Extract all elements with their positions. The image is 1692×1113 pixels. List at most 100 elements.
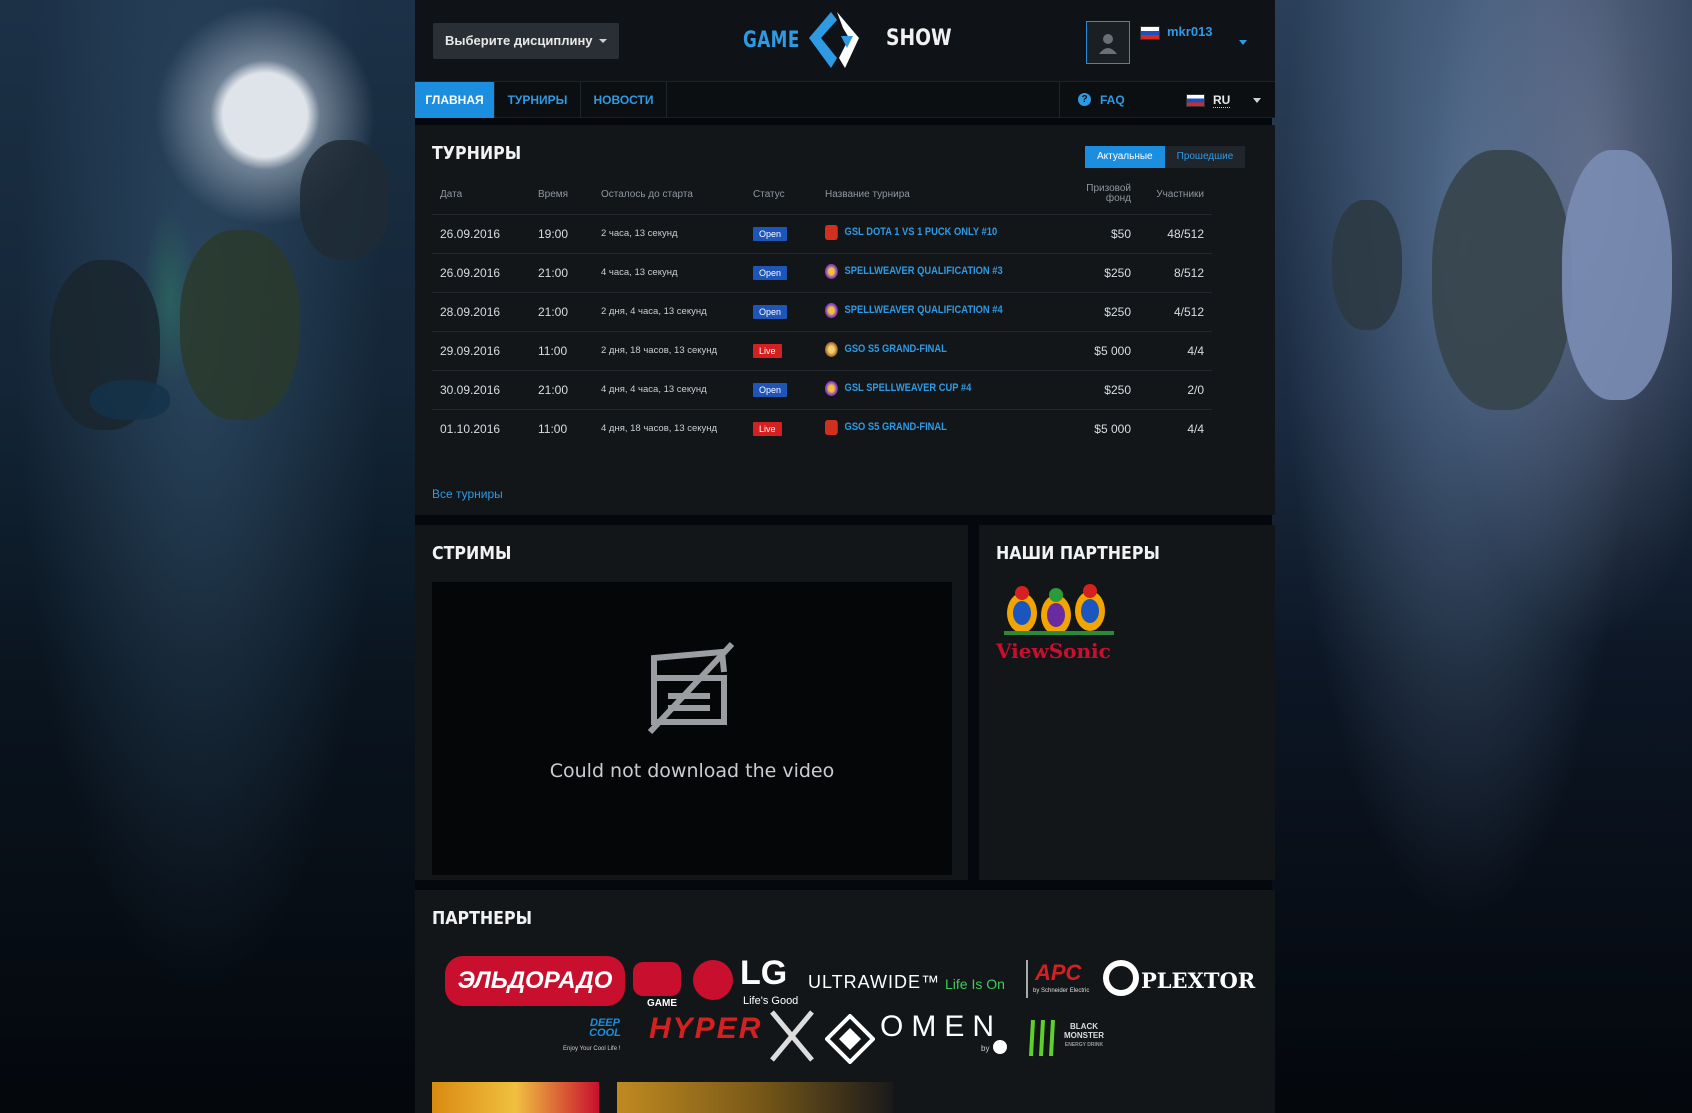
status-badge: Open [753,305,788,319]
main-column: Выберите дисциплину GAME SHOW mkr013 ГЛА… [415,0,1275,1113]
table-row[interactable]: 28.09.2016 21:00 2 дня, 4 часа, 13 секунд O… [432,291,1212,331]
cell-name: GSL DOTA 1 VS 1 PUCK ONLY #10 [817,213,1059,253]
tournament-link[interactable]: GSL SPELLWEAVER CUP #4 [825,380,972,396]
cell-prize: $50 [1059,213,1139,253]
all-tournaments-link[interactable]: Все турниры [432,487,503,501]
logo-text-left: GAME [743,28,800,53]
omen-diamond-icon [825,1014,875,1064]
no-video-clapperboard-icon [647,641,735,735]
nav-tournaments[interactable]: ТУРНИРЫ [495,82,581,118]
tournaments-table: Дата Время Осталось до старта Статус Наз… [432,175,1212,448]
partners-panel: ПАРТНЕРЫ ЭЛЬДОРАДО GAME LG Life's Good U… [415,890,1275,1113]
viewsonic-wordmark: ViewSonic [996,639,1111,663]
lg-logo[interactable]: LG [740,954,787,993]
lg-tagline: Life's Good [743,995,799,1007]
chevron-down-icon [599,39,607,43]
black-monster-logo[interactable]: BLACK MONSTER [1061,1022,1107,1040]
background-art-left [0,0,415,1113]
spellweaver-icon [825,302,838,318]
tournament-name: SPELLWEAVER QUALIFICATION #3 [844,265,1003,277]
promo-banner-right[interactable] [617,1082,893,1113]
language-select[interactable]: RU [1186,82,1274,118]
chevron-down-icon [1253,98,1261,103]
video-player[interactable]: Could not download the video [432,582,952,875]
video-error-message: Could not download the video [549,760,835,782]
tournament-name: GSL SPELLWEAVER CUP #4 [844,382,972,394]
cell-prize: $5 000 [1059,408,1139,448]
hyperx-logo[interactable]: HYPER [649,1012,762,1046]
cell-date: 26.09.2016 [432,252,530,292]
cell-players: 4/512 [1139,291,1212,331]
eldorado-logo[interactable]: ЭЛЬДОРАДО [445,956,625,1006]
column-header: Статус [753,188,785,200]
cell-name: SPELLWEAVER QUALIFICATION #3 [817,252,1059,292]
plextor-logo[interactable]: PLEXTOR [1141,968,1255,993]
tournament-link[interactable]: GSL DOTA 1 VS 1 PUCK ONLY #10 [825,224,997,240]
lg-circle-icon [693,960,733,1000]
eldorado-game-logo[interactable] [633,962,681,996]
cell-status: Open [745,369,817,409]
cell-time-left: 4 часа, 13 секунд [593,252,745,292]
cell-status: Open [745,213,817,253]
column-header: Время [538,188,569,200]
tournament-link[interactable]: SPELLWEAVER QUALIFICATION #3 [825,263,1003,279]
cell-time-left: 2 часа, 13 секунд [593,213,745,253]
russia-flag-icon [1186,94,1205,108]
plextor-icon [1103,960,1139,996]
status-badge: Live [753,422,782,437]
apc-subtitle: by Schneider Electric [1033,988,1090,994]
avatar[interactable] [1086,21,1130,64]
lifeison-logo[interactable]: Life Is On [945,976,1005,992]
cell-status: Live [745,330,817,370]
cell-name: SPELLWEAVER QUALIFICATION #4 [817,291,1059,331]
table-row[interactable]: 26.09.2016 19:00 2 часа, 13 секунд Open GSL … [432,213,1212,253]
tournament-name: GSO S5 GRAND-FINAL [844,421,947,434]
cell-date: 26.09.2016 [432,213,530,253]
table-row[interactable]: 01.10.2016 11:00 4 дня, 18 часов, 13 секун… [432,408,1212,448]
top-header: Выберите дисциплину GAME SHOW mkr013 [415,0,1275,82]
column-header: Название турнира [825,188,910,200]
omen-logo[interactable]: OMEN [880,1010,1002,1044]
promo-banner-left[interactable] [432,1082,599,1113]
tournament-link[interactable]: GSO S5 GRAND-FINAL [825,341,947,357]
background-art-right [1272,0,1692,1113]
status-badge: Live [753,344,782,358]
language-label: RU [1213,93,1231,108]
cell-players: 4/4 [1139,408,1212,448]
user-menu[interactable]: mkr013 [1140,24,1213,40]
hp-icon [993,1040,1007,1054]
viewsonic-logo[interactable]: ViewSonic [996,583,1126,663]
black-monster-subtitle: ENERGY DRINK [1064,1042,1104,1048]
divider [1026,960,1028,998]
nav-news[interactable]: НОВОСТИ [581,82,667,118]
cell-time: 11:00 [530,408,593,448]
cell-date: 29.09.2016 [432,330,530,370]
our-partners-title: НАШИ ПАРТНЕРЫ [996,543,1160,564]
ultrawide-logo[interactable]: ULTRAWIDE™ [808,972,940,993]
tab-current[interactable]: Актуальные [1085,146,1165,168]
cell-players: 2/0 [1139,369,1212,409]
deepcool-logo[interactable]: DEEP COOL [575,1018,635,1039]
nav-home[interactable]: ГЛАВНАЯ [415,82,495,118]
tab-past[interactable]: Прошедшие [1164,146,1246,168]
apc-logo[interactable]: APC [1035,960,1081,986]
gso-icon [825,341,838,357]
table-row[interactable]: 26.09.2016 21:00 4 часа, 13 секунд Open SPEL… [432,252,1212,292]
discipline-select[interactable]: Выберите дисциплину [433,23,619,59]
partners-logos: ЭЛЬДОРАДО GAME LG Life's Good ULTRAWIDE™… [415,890,1275,1110]
cell-time-left: 2 дня, 4 часа, 13 секунд [593,291,745,331]
cell-prize: $250 [1059,252,1139,292]
tournament-link[interactable]: GSO S5 GRAND-FINAL [825,419,947,435]
site-logo[interactable]: GAME SHOW [743,8,953,72]
viewsonic-birds-icon [1004,584,1114,635]
table-row[interactable]: 30.09.2016 21:00 4 дня, 4 часа, 13 секунд O… [432,369,1212,409]
spellweaver-icon [825,380,838,396]
cell-prize: $250 [1059,369,1139,409]
cell-time: 21:00 [530,369,593,409]
tournament-link[interactable]: SPELLWEAVER QUALIFICATION #4 [825,302,1003,318]
discipline-label: Выберите дисциплину [445,33,593,48]
deepcool-tagline: Enjoy Your Cool Life ! [563,1046,621,1052]
user-menu-chevron-icon[interactable] [1239,40,1247,45]
tournaments-title: ТУРНИРЫ [432,143,522,164]
table-row[interactable]: 29.09.2016 11:00 2 дня, 18 часов, 13 секун… [432,330,1212,370]
